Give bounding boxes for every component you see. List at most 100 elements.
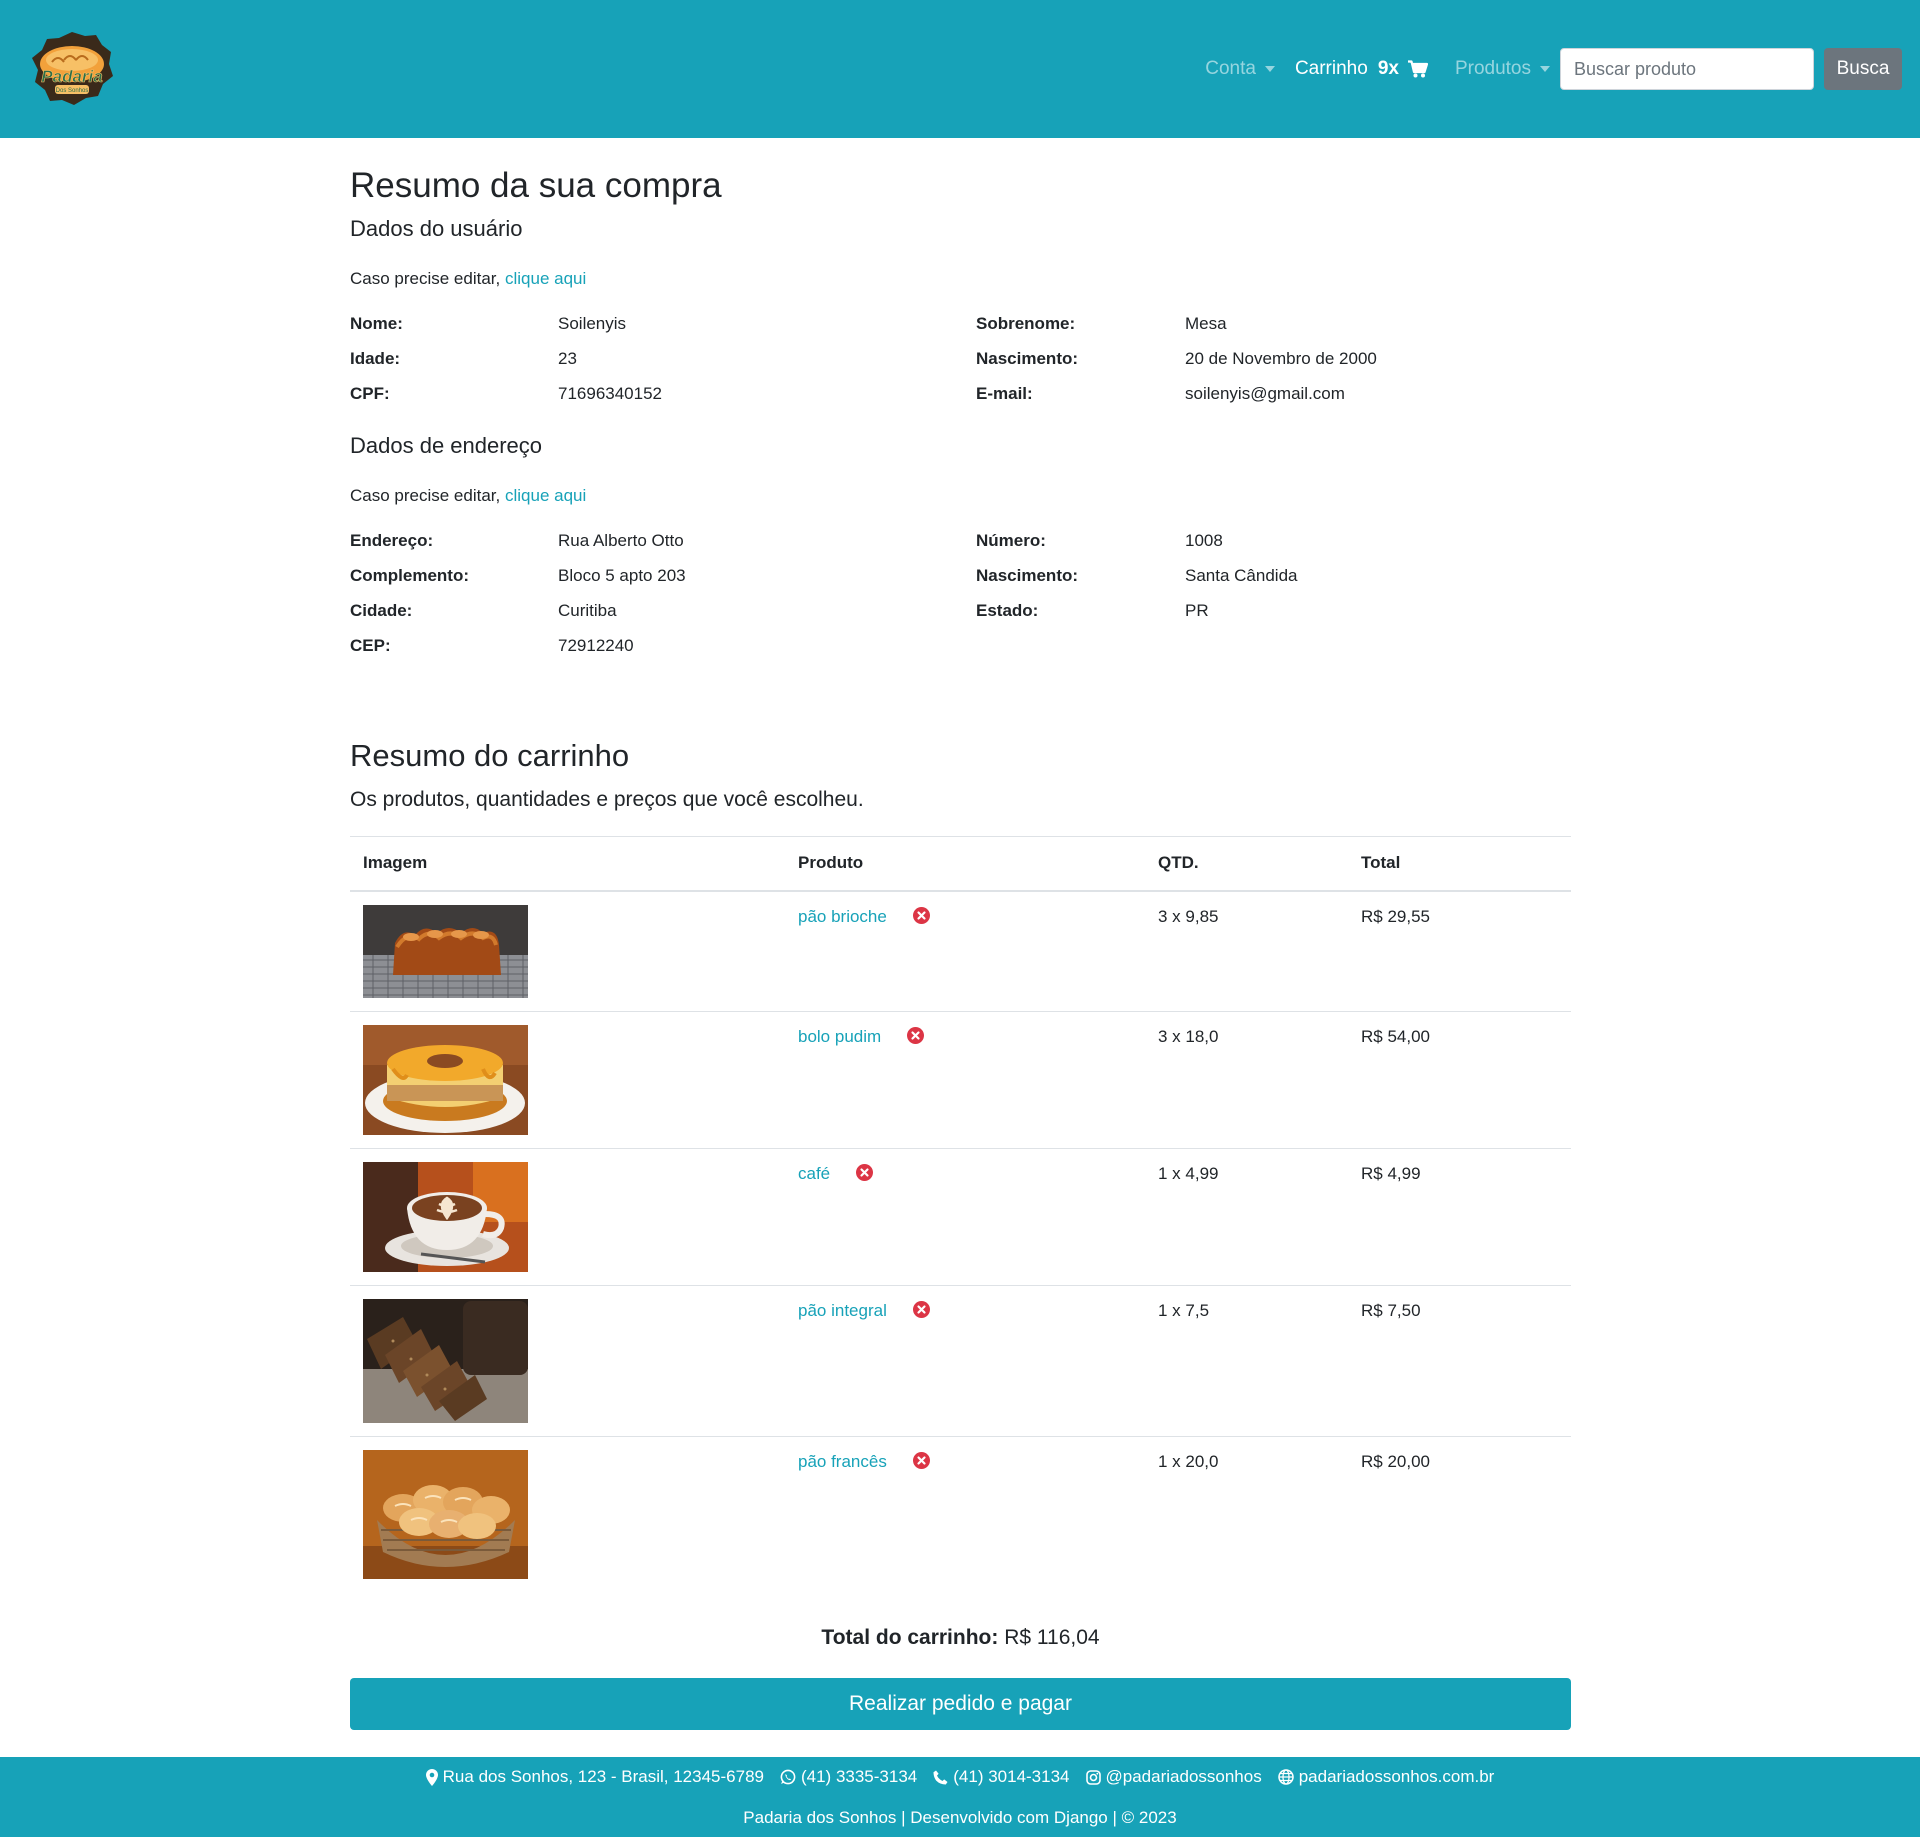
- brand-logo[interactable]: Padaria Dos Sonhos: [30, 30, 114, 106]
- cart-title: Resumo do carrinho: [350, 738, 630, 773]
- image-cell: [350, 1147, 785, 1285]
- cafe-latte-art-photo: [363, 1161, 528, 1272]
- footer-phone-text: (41) 3014-3134: [953, 1767, 1070, 1786]
- remove-item-icon[interactable]: [912, 1451, 930, 1469]
- checkout-button[interactable]: Realizar pedido e pagar: [350, 1678, 1571, 1730]
- nascimento-label: Nascimento:: [976, 349, 1079, 368]
- product-cell: pão francês: [785, 1435, 1145, 1592]
- bread-logo-icon: Padaria Dos Sonhos: [32, 32, 113, 105]
- footer-address: Rua dos Sonhos, 123 - Brasil, 12345-6789: [425, 1767, 764, 1787]
- account-dropdown[interactable]: Conta: [1205, 58, 1275, 80]
- email-label: E-mail:: [976, 384, 1033, 403]
- remove-item-icon[interactable]: [906, 1026, 924, 1044]
- footer-contacts: Rua dos Sonhos, 123 - Brasil, 12345-6789…: [0, 1767, 1920, 1787]
- total-cell: R$ 4,99: [1348, 1147, 1571, 1285]
- table-row: pão integral 1 x 7,5 R$ 7,50: [350, 1284, 1571, 1436]
- shopping-cart-icon: [1407, 60, 1428, 78]
- product-link[interactable]: pão francês: [798, 1452, 887, 1471]
- bolo-pudim-photo: [363, 1024, 528, 1135]
- image-cell: [350, 1010, 785, 1148]
- instagram-icon: [1085, 1769, 1101, 1785]
- svg-text:Dos Sonhos: Dos Sonhos: [56, 88, 89, 94]
- phone-icon: [933, 1770, 948, 1784]
- remove-item-icon[interactable]: [912, 906, 930, 924]
- column-header-total: Total: [1348, 836, 1571, 892]
- user-edit-line: Caso precise editar, clique aqui: [350, 269, 586, 289]
- footer-address-text: Rua dos Sonhos, 123 - Brasil, 12345-6789: [442, 1767, 764, 1786]
- email-value: soilenyis@gmail.com: [1185, 384, 1345, 403]
- edit-user-link[interactable]: clique aqui: [505, 269, 586, 288]
- svg-text:Padaria: Padaria: [41, 67, 102, 86]
- search-button[interactable]: Busca: [1824, 48, 1902, 90]
- caret-down-icon: [1540, 66, 1550, 72]
- nome-label: Nome:: [350, 314, 403, 333]
- total-cell: R$ 7,50: [1348, 1284, 1571, 1436]
- footer-phone[interactable]: (41) 3014-3134: [933, 1767, 1070, 1787]
- cart-table: Imagem Produto QTD. Total pão brioche 3 …: [350, 836, 1571, 1592]
- endereco-label: Endereço:: [350, 531, 434, 550]
- products-label: Produtos: [1454, 58, 1531, 79]
- table-row: café 1 x 4,99 R$ 4,99: [350, 1147, 1571, 1285]
- edit-prefix: Caso precise editar,: [350, 269, 501, 288]
- footer-instagram[interactable]: @padariadossonhos: [1085, 1767, 1262, 1787]
- table-row: pão francês 1 x 20,0 R$ 20,00: [350, 1435, 1571, 1592]
- address-section-heading: Dados de endereço: [350, 433, 543, 458]
- footer-credit: Padaria dos Sonhos | Desenvolvido com Dj…: [743, 1808, 1177, 1827]
- complemento-label: Complemento:: [350, 566, 469, 585]
- image-cell: [350, 1435, 785, 1592]
- remove-item-icon[interactable]: [855, 1163, 873, 1181]
- numero-label: Número:: [976, 531, 1046, 550]
- cart-total-value: R$ 116,04: [1004, 1626, 1100, 1649]
- edit-address-link[interactable]: clique aqui: [505, 486, 586, 505]
- products-dropdown[interactable]: Produtos: [1455, 58, 1550, 80]
- footer-instagram-text: @padariadossonhos: [1105, 1767, 1262, 1786]
- qty-cell: 3 x 9,85: [1145, 890, 1348, 1011]
- user-section-heading: Dados do usuário: [350, 216, 523, 241]
- footer: Rua dos Sonhos, 123 - Brasil, 12345-6789…: [0, 1757, 1920, 1837]
- qty-cell: 3 x 18,0: [1145, 1010, 1348, 1148]
- product-link[interactable]: bolo pudim: [798, 1027, 881, 1046]
- page-title: Resumo da sua compra: [350, 166, 722, 205]
- table-header-row: Imagem Produto QTD. Total: [350, 836, 1571, 892]
- estado-label: Estado:: [976, 601, 1039, 620]
- idade-label: Idade:: [350, 349, 401, 368]
- column-header-product: Produto: [785, 836, 1145, 892]
- footer-website-text: padariadossonhos.com.br: [1298, 1767, 1495, 1786]
- globe-icon: [1277, 1769, 1294, 1785]
- cart-count: 9x: [1377, 58, 1399, 79]
- idade-value: 23: [558, 349, 577, 368]
- product-link[interactable]: pão integral: [798, 1301, 887, 1320]
- column-header-qty: QTD.: [1145, 836, 1348, 892]
- image-cell: [350, 890, 785, 1011]
- remove-item-icon[interactable]: [912, 1300, 930, 1318]
- cidade-label: Cidade:: [350, 601, 413, 620]
- estado-value: PR: [1185, 601, 1209, 620]
- qty-cell: 1 x 7,5: [1145, 1284, 1348, 1436]
- brioche-photo: [363, 904, 528, 998]
- address-edit-line: Caso precise editar, clique aqui: [350, 486, 586, 506]
- pao-frances-basket-photo: [363, 1449, 528, 1579]
- whatsapp-icon: [780, 1769, 796, 1785]
- table-row: pão brioche 3 x 9,85 R$ 29,55: [350, 890, 1571, 1011]
- map-marker-icon: [425, 1768, 438, 1786]
- cart-label: Carrinho: [1294, 58, 1368, 79]
- product-link[interactable]: café: [798, 1164, 830, 1183]
- product-link[interactable]: pão brioche: [798, 907, 887, 926]
- footer-whatsapp-text: (41) 3335-3134: [800, 1767, 918, 1786]
- image-cell: [350, 1284, 785, 1436]
- nascimento-value: 20 de Novembro de 2000: [1185, 349, 1377, 368]
- cart-link[interactable]: Carrinho 9x: [1295, 58, 1428, 80]
- nav-right: Conta Carrinho 9x Produtos Busca: [1205, 48, 1902, 90]
- cep-label: CEP:: [350, 636, 391, 655]
- cidade-value: Curitiba: [558, 601, 617, 620]
- endereco-value: Rua Alberto Otto: [558, 531, 684, 550]
- total-cell: R$ 29,55: [1348, 890, 1571, 1011]
- cep-value: 72912240: [558, 636, 634, 655]
- footer-website[interactable]: padariadossonhos.com.br: [1277, 1767, 1495, 1787]
- numero-value: 1008: [1185, 531, 1223, 550]
- sobrenome-value: Mesa: [1185, 314, 1227, 333]
- qty-cell: 1 x 4,99: [1145, 1147, 1348, 1285]
- cart-total: Total do carrinho: R$ 116,04: [350, 1626, 1571, 1650]
- search-input[interactable]: [1560, 48, 1814, 90]
- footer-whatsapp[interactable]: (41) 3335-3134: [780, 1767, 917, 1787]
